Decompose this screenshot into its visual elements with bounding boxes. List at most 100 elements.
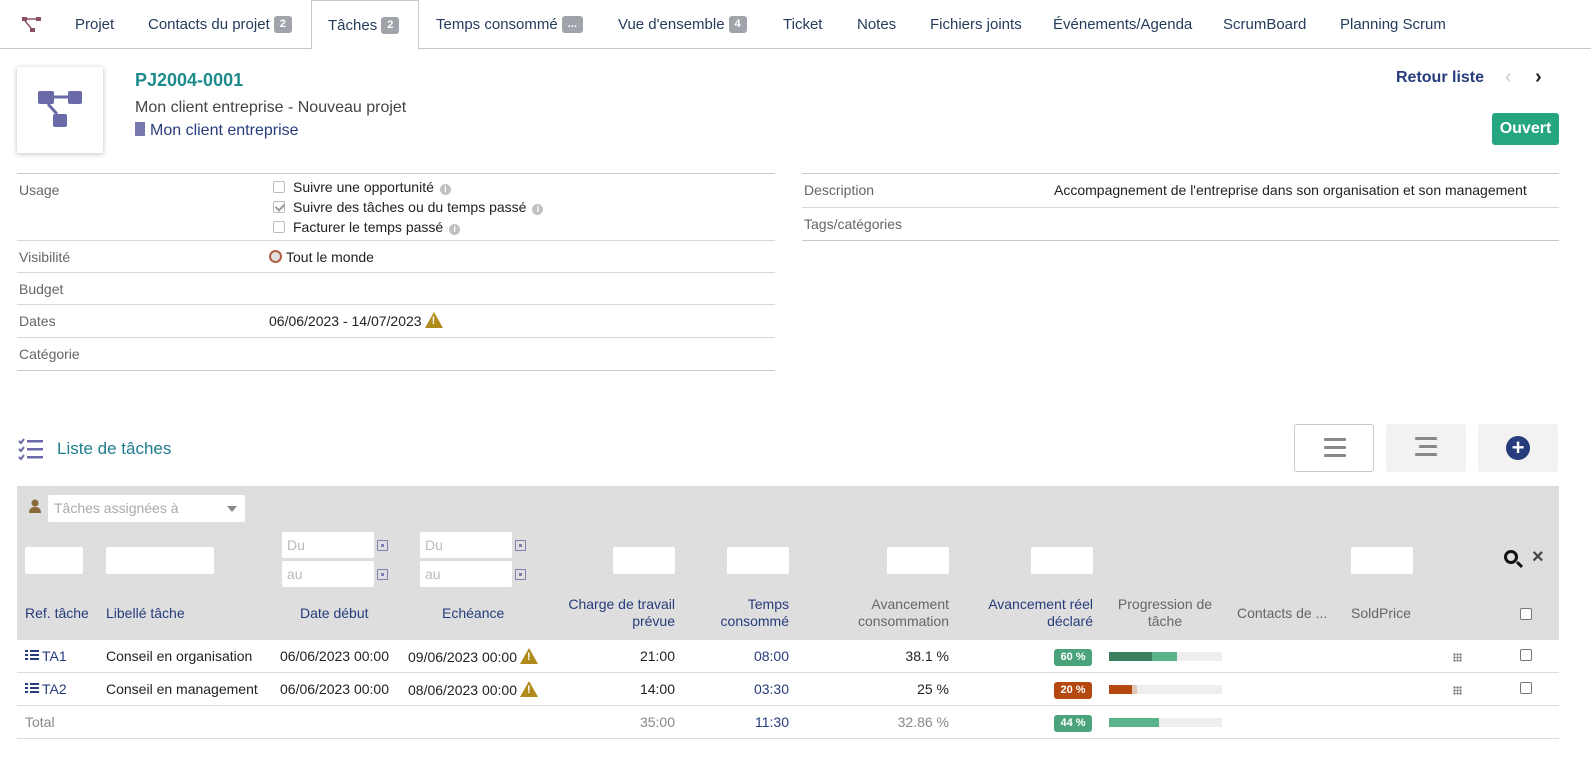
- gantt-view-button[interactable]: [1386, 424, 1466, 472]
- back-to-list-link[interactable]: Retour liste: [1396, 69, 1484, 87]
- field-value: Tout le monde: [269, 249, 374, 265]
- usage-opt-opportunity[interactable]: Suivre une opportunité i: [273, 179, 451, 195]
- fields-right: Description Accompagnement de l'entrepri…: [802, 173, 1559, 241]
- fields-left: Usage Suivre une opportunité i Suivre des…: [17, 173, 775, 371]
- col-soldprice[interactable]: SoldPrice: [1351, 605, 1411, 622]
- col-progress-calc[interactable]: Avancement consommation: [829, 596, 949, 630]
- task-ref-link[interactable]: TA2: [25, 681, 67, 697]
- info-icon: i: [532, 204, 544, 215]
- globe-icon: [269, 250, 282, 263]
- tab-badge: 2: [381, 17, 400, 34]
- task-spent[interactable]: 08:00: [729, 648, 789, 664]
- tab-label: Planning Scrum: [1340, 16, 1446, 33]
- col-start-date[interactable]: Date début: [300, 605, 369, 622]
- filter-ref-input[interactable]: [25, 547, 83, 574]
- usage-opt-tasks[interactable]: Suivre des tâches ou du temps passé i: [273, 199, 544, 215]
- task-planned: 14:00: [639, 681, 675, 697]
- option-label: Facturer le temps passé: [293, 219, 444, 235]
- tab-scrumboard[interactable]: ScrumBoard: [1223, 0, 1306, 50]
- tab-time-spent[interactable]: Temps consommé...: [436, 0, 583, 50]
- filter-due-to-input[interactable]: au: [420, 561, 512, 587]
- search-icon[interactable]: [1504, 550, 1518, 564]
- tab-project-contacts[interactable]: Contacts du projet 2: [148, 0, 292, 50]
- task-start: 06/06/2023 00:00: [280, 648, 389, 664]
- task-spent[interactable]: 03:30: [729, 681, 789, 697]
- task-ref-link[interactable]: TA1: [25, 648, 67, 664]
- task-icon: [25, 683, 39, 694]
- next-record-icon[interactable]: ›: [1535, 66, 1542, 89]
- assigned-to-select[interactable]: Tâches assignées à: [48, 495, 245, 522]
- task-ref: TA1: [42, 648, 67, 664]
- project-subtitle: Mon client entreprise - Nouveau projet: [135, 99, 407, 116]
- filter-spent-input[interactable]: [727, 547, 789, 574]
- tab-label: Tâches: [328, 17, 378, 34]
- tab-ticket[interactable]: Ticket: [783, 0, 822, 50]
- calendar-icon[interactable]: [377, 540, 388, 551]
- filter-progress-calc-input[interactable]: [887, 547, 949, 574]
- add-circle-icon: +: [1506, 436, 1530, 460]
- calendar-icon[interactable]: [515, 540, 526, 551]
- field-category: Catégorie: [17, 338, 775, 371]
- warning-icon: [520, 648, 538, 664]
- progress-bar-declared: [1109, 718, 1159, 727]
- filter-due-from-input[interactable]: Du: [420, 532, 512, 558]
- add-task-button[interactable]: +: [1478, 424, 1558, 472]
- task-label: Conseil en organisation: [106, 648, 253, 664]
- warning-icon: [424, 312, 443, 328]
- filter-planned-input[interactable]: [613, 547, 675, 574]
- row-checkbox[interactable]: [1520, 649, 1532, 661]
- col-label[interactable]: Libellé tâche: [106, 605, 185, 622]
- task-list-icon: [18, 438, 43, 460]
- col-contacts: Contacts de ...: [1237, 605, 1328, 621]
- progress-badge: 44 %: [1054, 715, 1092, 732]
- field-dates: Dates 06/06/2023 - 14/07/2023: [17, 305, 775, 338]
- tab-badge: 2: [273, 16, 292, 33]
- drag-handle-icon[interactable]: [1453, 653, 1462, 662]
- list-view-button[interactable]: [1294, 424, 1374, 472]
- field-label: Catégorie: [19, 346, 80, 362]
- drag-handle-icon[interactable]: [1453, 686, 1462, 695]
- info-icon: i: [439, 184, 451, 195]
- description-value: Accompagnement de l'entreprise dans son …: [1054, 182, 1527, 198]
- previous-record-icon[interactable]: ‹: [1505, 66, 1512, 89]
- thirdparty-link[interactable]: Mon client entreprise: [135, 122, 299, 140]
- checkbox-checked[interactable]: [273, 201, 285, 213]
- filter-label-input[interactable]: [106, 547, 214, 574]
- row-checkbox[interactable]: [1520, 682, 1532, 694]
- checkbox[interactable]: [273, 221, 285, 233]
- tab-notes[interactable]: Notes: [857, 0, 896, 50]
- total-planned: 35:00: [639, 714, 675, 730]
- total-row: Total 35:00 11:30 32.86 % 44 %: [17, 706, 1559, 739]
- filter-soldprice-input[interactable]: [1351, 547, 1413, 574]
- col-due-date[interactable]: Echéance: [442, 605, 504, 622]
- tab-badge: ...: [561, 16, 583, 33]
- col-spent[interactable]: Temps consommé: [689, 596, 789, 630]
- calendar-icon[interactable]: [377, 569, 388, 580]
- task-due: 08/06/2023 00:00: [408, 681, 538, 698]
- usage-opt-bill-time[interactable]: Facturer le temps passé i: [273, 219, 461, 235]
- tab-events-agenda[interactable]: Événements/Agenda: [1053, 0, 1192, 50]
- field-label: Budget: [19, 281, 64, 297]
- option-label: Suivre des tâches ou du temps passé: [293, 199, 527, 215]
- col-progress-declared[interactable]: Avancement réel déclaré: [963, 596, 1093, 630]
- clear-filter-icon[interactable]: ×: [1532, 546, 1544, 569]
- checkbox[interactable]: [273, 181, 285, 193]
- tab-project[interactable]: Projet: [75, 0, 114, 50]
- project-tree-icon: [38, 91, 82, 127]
- select-placeholder: Tâches assignées à: [54, 500, 179, 516]
- select-all-checkbox[interactable]: [1520, 608, 1532, 620]
- col-ref[interactable]: Ref. tâche: [25, 605, 89, 622]
- option-label: Suivre une opportunité: [293, 179, 434, 195]
- tab-attached-files[interactable]: Fichiers joints: [930, 0, 1022, 50]
- calendar-icon[interactable]: [515, 569, 526, 580]
- filter-progress-declared-input[interactable]: [1031, 547, 1093, 574]
- col-title-line: Avancement réel: [988, 596, 1093, 612]
- task-start: 06/06/2023 00:00: [280, 681, 389, 697]
- progress-bar: [1109, 718, 1222, 727]
- filter-start-to-input[interactable]: au: [282, 561, 374, 587]
- col-planned[interactable]: Charge de travail prévue: [547, 596, 675, 630]
- tab-overview[interactable]: Vue d'ensemble 4: [618, 0, 747, 50]
- filter-start-from-input[interactable]: Du: [282, 532, 374, 558]
- tab-scrum-planning[interactable]: Planning Scrum: [1340, 0, 1446, 50]
- tab-tasks[interactable]: Tâches 2: [311, 0, 419, 50]
